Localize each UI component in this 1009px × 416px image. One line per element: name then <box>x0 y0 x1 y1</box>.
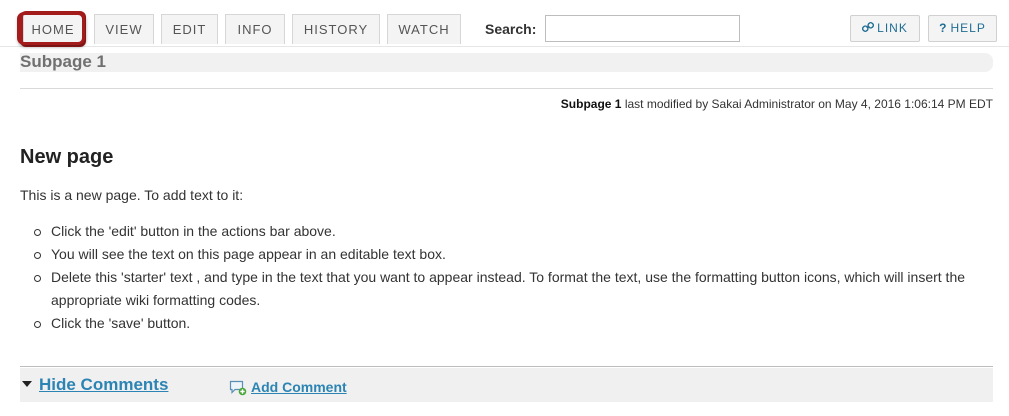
list-item: Click the 'edit' button in the actions b… <box>33 220 993 243</box>
tab-edit[interactable]: EDIT <box>161 14 218 44</box>
tab-history[interactable]: HISTORY <box>292 14 380 44</box>
home-tab-highlight <box>17 12 85 45</box>
search-input[interactable] <box>545 15 740 42</box>
modified-page-name: Subpage 1 <box>560 97 622 111</box>
content-heading: New page <box>20 146 114 168</box>
list-item: Delete this 'starter' text , and type in… <box>33 266 993 312</box>
list-item: Click the 'save' button. <box>33 312 993 335</box>
comments-divider <box>20 366 993 367</box>
link-button-label: LINK <box>877 21 908 35</box>
hide-comments-link[interactable]: Hide Comments <box>39 375 168 395</box>
page-title: Subpage 1 <box>20 52 106 71</box>
tab-watch[interactable]: WATCH <box>387 14 461 44</box>
help-icon: ? <box>939 21 948 35</box>
help-button[interactable]: ? HELP <box>928 15 997 42</box>
add-comment-icon[interactable] <box>229 380 247 396</box>
actions-toolbar: HOME VIEW EDIT INFO HISTORY WATCH Search… <box>0 0 1009 47</box>
page-title-bar <box>20 53 993 72</box>
collapse-caret-icon[interactable] <box>22 381 32 387</box>
list-item: You will see the text on this page appea… <box>33 243 993 266</box>
tab-info[interactable]: INFO <box>225 14 285 44</box>
instruction-list: Click the 'edit' button in the actions b… <box>33 220 993 335</box>
link-icon <box>862 21 875 33</box>
last-modified-info: Subpage 1 last modified by Sakai Adminis… <box>561 97 993 111</box>
intro-text: This is a new page. To add text to it: <box>20 187 244 203</box>
link-button[interactable]: LINK <box>850 15 920 42</box>
modified-text: last modified by Sakai Administrator on … <box>621 97 993 111</box>
help-button-label: HELP <box>950 21 986 35</box>
add-comment-link[interactable]: Add Comment <box>251 379 347 395</box>
title-divider <box>20 88 993 89</box>
tab-view[interactable]: VIEW <box>94 14 154 44</box>
search-label: Search: <box>485 21 537 37</box>
